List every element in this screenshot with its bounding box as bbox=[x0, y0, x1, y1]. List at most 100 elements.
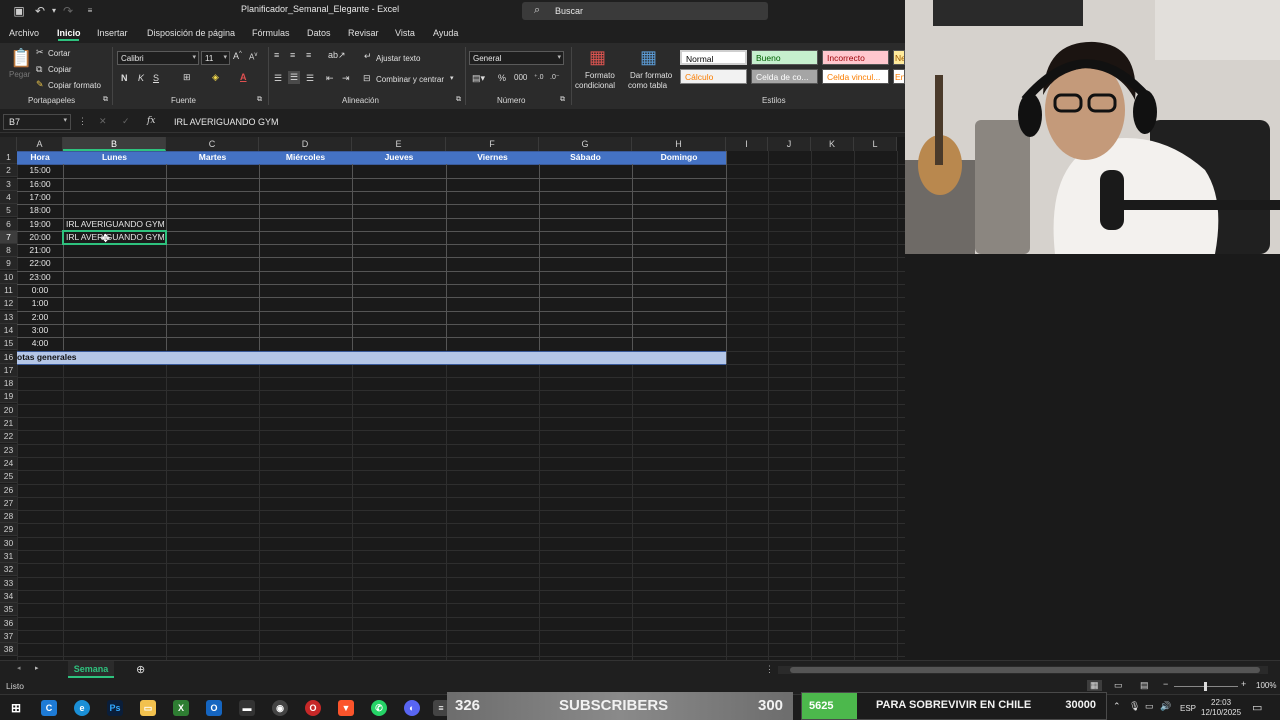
row-header[interactable]: 12 bbox=[0, 297, 17, 311]
style-celda-vinculada[interactable]: Celda vincul... bbox=[822, 69, 889, 84]
column-header-h[interactable]: H bbox=[632, 137, 726, 151]
column-header-j[interactable]: J bbox=[768, 137, 811, 151]
row-header[interactable]: 11 bbox=[0, 284, 17, 297]
tab-datos[interactable]: Datos bbox=[307, 28, 331, 38]
app-icon[interactable]: ▬ bbox=[239, 700, 255, 716]
sheet-tab-semana[interactable]: Semana bbox=[68, 661, 114, 678]
tab-disposicion[interactable]: Disposición de página bbox=[147, 28, 235, 38]
clock-time[interactable]: 22:03 bbox=[1211, 698, 1231, 707]
row-header[interactable]: 20 bbox=[0, 403, 17, 417]
volume-icon[interactable]: 🔊 bbox=[1160, 701, 1171, 712]
hour-cell[interactable]: 1:00 bbox=[17, 297, 63, 310]
name-box[interactable]: B7 ▾ bbox=[3, 114, 71, 130]
row-header[interactable]: 10 bbox=[0, 270, 17, 284]
format-as-table-label-1[interactable]: Dar formato bbox=[630, 71, 672, 80]
selected-cell[interactable] bbox=[62, 229, 167, 246]
row-header[interactable]: 35 bbox=[0, 603, 17, 617]
row-header[interactable]: 3 bbox=[0, 177, 17, 191]
align-right-icon[interactable]: ☰ bbox=[306, 73, 314, 84]
next-sheet-icon[interactable]: ▸ bbox=[35, 664, 39, 672]
tab-vista[interactable]: Vista bbox=[395, 28, 415, 38]
accounting-format-icon[interactable]: ▤▾ bbox=[472, 73, 485, 84]
edge-icon[interactable]: e bbox=[74, 700, 90, 716]
tab-insertar[interactable]: Insertar bbox=[97, 28, 128, 38]
conditional-format-label-1[interactable]: Formato bbox=[585, 71, 615, 80]
file-explorer-icon[interactable]: ▭ bbox=[140, 700, 156, 716]
row-header[interactable]: 25 bbox=[0, 470, 17, 484]
save-icon[interactable]: ▣ bbox=[11, 3, 27, 19]
brave-icon[interactable]: ▼ bbox=[338, 700, 354, 716]
row-header[interactable]: 22 bbox=[0, 430, 17, 444]
orientation-icon[interactable]: ab↗ bbox=[328, 50, 346, 61]
align-left-icon[interactable]: ☰ bbox=[274, 73, 282, 84]
number-format-select[interactable]: General ▾ bbox=[469, 51, 564, 65]
paste-button[interactable]: Pegar bbox=[9, 70, 30, 79]
copilot-icon[interactable]: C bbox=[41, 700, 57, 716]
row-header[interactable]: 18 bbox=[0, 377, 17, 391]
increase-indent-icon[interactable]: ⇥ bbox=[342, 73, 350, 84]
row-header[interactable]: 2 bbox=[0, 164, 17, 178]
row-header[interactable]: 24 bbox=[0, 456, 17, 470]
conditional-format-label-2[interactable]: condicional bbox=[575, 81, 615, 90]
language-indicator[interactable]: ESP bbox=[1180, 704, 1196, 713]
row-header[interactable]: 1 bbox=[0, 151, 17, 164]
style-entrada[interactable]: En bbox=[893, 69, 905, 84]
search-box[interactable]: ⌕ Buscar bbox=[522, 2, 768, 20]
hour-cell[interactable]: 0:00 bbox=[17, 284, 63, 297]
row-header[interactable]: 32 bbox=[0, 563, 17, 577]
tab-archivo[interactable]: Archivo bbox=[9, 28, 39, 38]
borders-icon[interactable]: ⊞ bbox=[183, 72, 191, 83]
chevron-down-icon[interactable]: ▾ bbox=[450, 74, 454, 82]
outlook-icon[interactable]: O bbox=[206, 700, 222, 716]
opera-icon[interactable]: O bbox=[305, 700, 321, 716]
row-header[interactable]: 26 bbox=[0, 483, 17, 497]
scrollbar-thumb[interactable] bbox=[790, 667, 1260, 673]
row-header[interactable]: 7 bbox=[0, 230, 17, 244]
fill-color-icon[interactable]: ◈ bbox=[212, 72, 219, 83]
obs-icon[interactable]: ◉ bbox=[272, 700, 288, 716]
font-color-icon[interactable]: A bbox=[240, 72, 247, 82]
column-header-g[interactable]: G bbox=[539, 137, 632, 151]
merge-center-button[interactable]: Combinar y centrar bbox=[376, 75, 444, 84]
style-incorrecto[interactable]: Incorrecto bbox=[822, 50, 889, 65]
style-bueno[interactable]: Bueno bbox=[751, 50, 818, 65]
cut-button[interactable]: Cortar bbox=[48, 49, 70, 58]
style-normal[interactable]: Normal bbox=[680, 50, 747, 65]
page-layout-icon[interactable]: ▭ bbox=[1114, 680, 1123, 691]
increase-decimal-icon[interactable]: ⁺.0 bbox=[534, 73, 544, 81]
hour-cell[interactable]: 2:00 bbox=[17, 311, 63, 324]
select-all-corner[interactable] bbox=[0, 137, 17, 151]
row-header[interactable]: 36 bbox=[0, 616, 17, 630]
hour-cell[interactable]: 17:00 bbox=[17, 191, 63, 204]
normal-view-icon[interactable]: ▦ bbox=[1087, 680, 1102, 691]
zoom-slider-thumb[interactable] bbox=[1204, 682, 1207, 691]
excel-icon[interactable]: X bbox=[173, 700, 189, 716]
tab-inicio[interactable]: Inicio bbox=[57, 28, 81, 38]
tab-revisar[interactable]: Revisar bbox=[348, 28, 379, 38]
column-header-f[interactable]: F bbox=[446, 137, 539, 151]
font-name-select[interactable]: Calibri ▾ bbox=[117, 51, 199, 65]
hour-cell[interactable]: 21:00 bbox=[17, 244, 63, 257]
tab-ayuda[interactable]: Ayuda bbox=[433, 28, 458, 38]
more-options-icon[interactable]: ⋮ bbox=[78, 116, 87, 127]
chevron-up-icon[interactable]: ⌃ bbox=[1113, 701, 1121, 712]
style-celda-comprobacion[interactable]: Celda de co... bbox=[751, 69, 818, 84]
hour-cell[interactable]: 15:00 bbox=[17, 164, 63, 177]
add-sheet-icon[interactable]: ⊕ bbox=[136, 663, 145, 676]
row-header[interactable]: 8 bbox=[0, 244, 17, 258]
style-neutral[interactable]: Ne bbox=[893, 50, 905, 65]
schedule-entry[interactable]: IRL AVERIGUANDO GYM bbox=[66, 218, 165, 231]
row-header[interactable]: 6 bbox=[0, 217, 17, 231]
align-middle-icon[interactable]: ≡ bbox=[290, 50, 295, 60]
customize-qat-icon[interactable]: ≡ bbox=[82, 3, 98, 19]
hour-cell[interactable]: 3:00 bbox=[17, 324, 63, 337]
format-painter-button[interactable]: Copiar formato bbox=[48, 81, 101, 90]
hour-cell[interactable]: 16:00 bbox=[17, 178, 63, 191]
dialog-launcher-icon[interactable]: ⧉ bbox=[103, 96, 108, 104]
cancel-icon[interactable]: ✕ bbox=[99, 116, 107, 127]
formula-input[interactable]: IRL AVERIGUANDO GYM bbox=[174, 117, 279, 127]
row-header[interactable]: 19 bbox=[0, 390, 17, 404]
tab-formulas[interactable]: Fórmulas bbox=[252, 28, 290, 38]
photoshop-icon[interactable]: Ps bbox=[107, 700, 123, 716]
bold-icon[interactable]: N bbox=[121, 73, 128, 83]
